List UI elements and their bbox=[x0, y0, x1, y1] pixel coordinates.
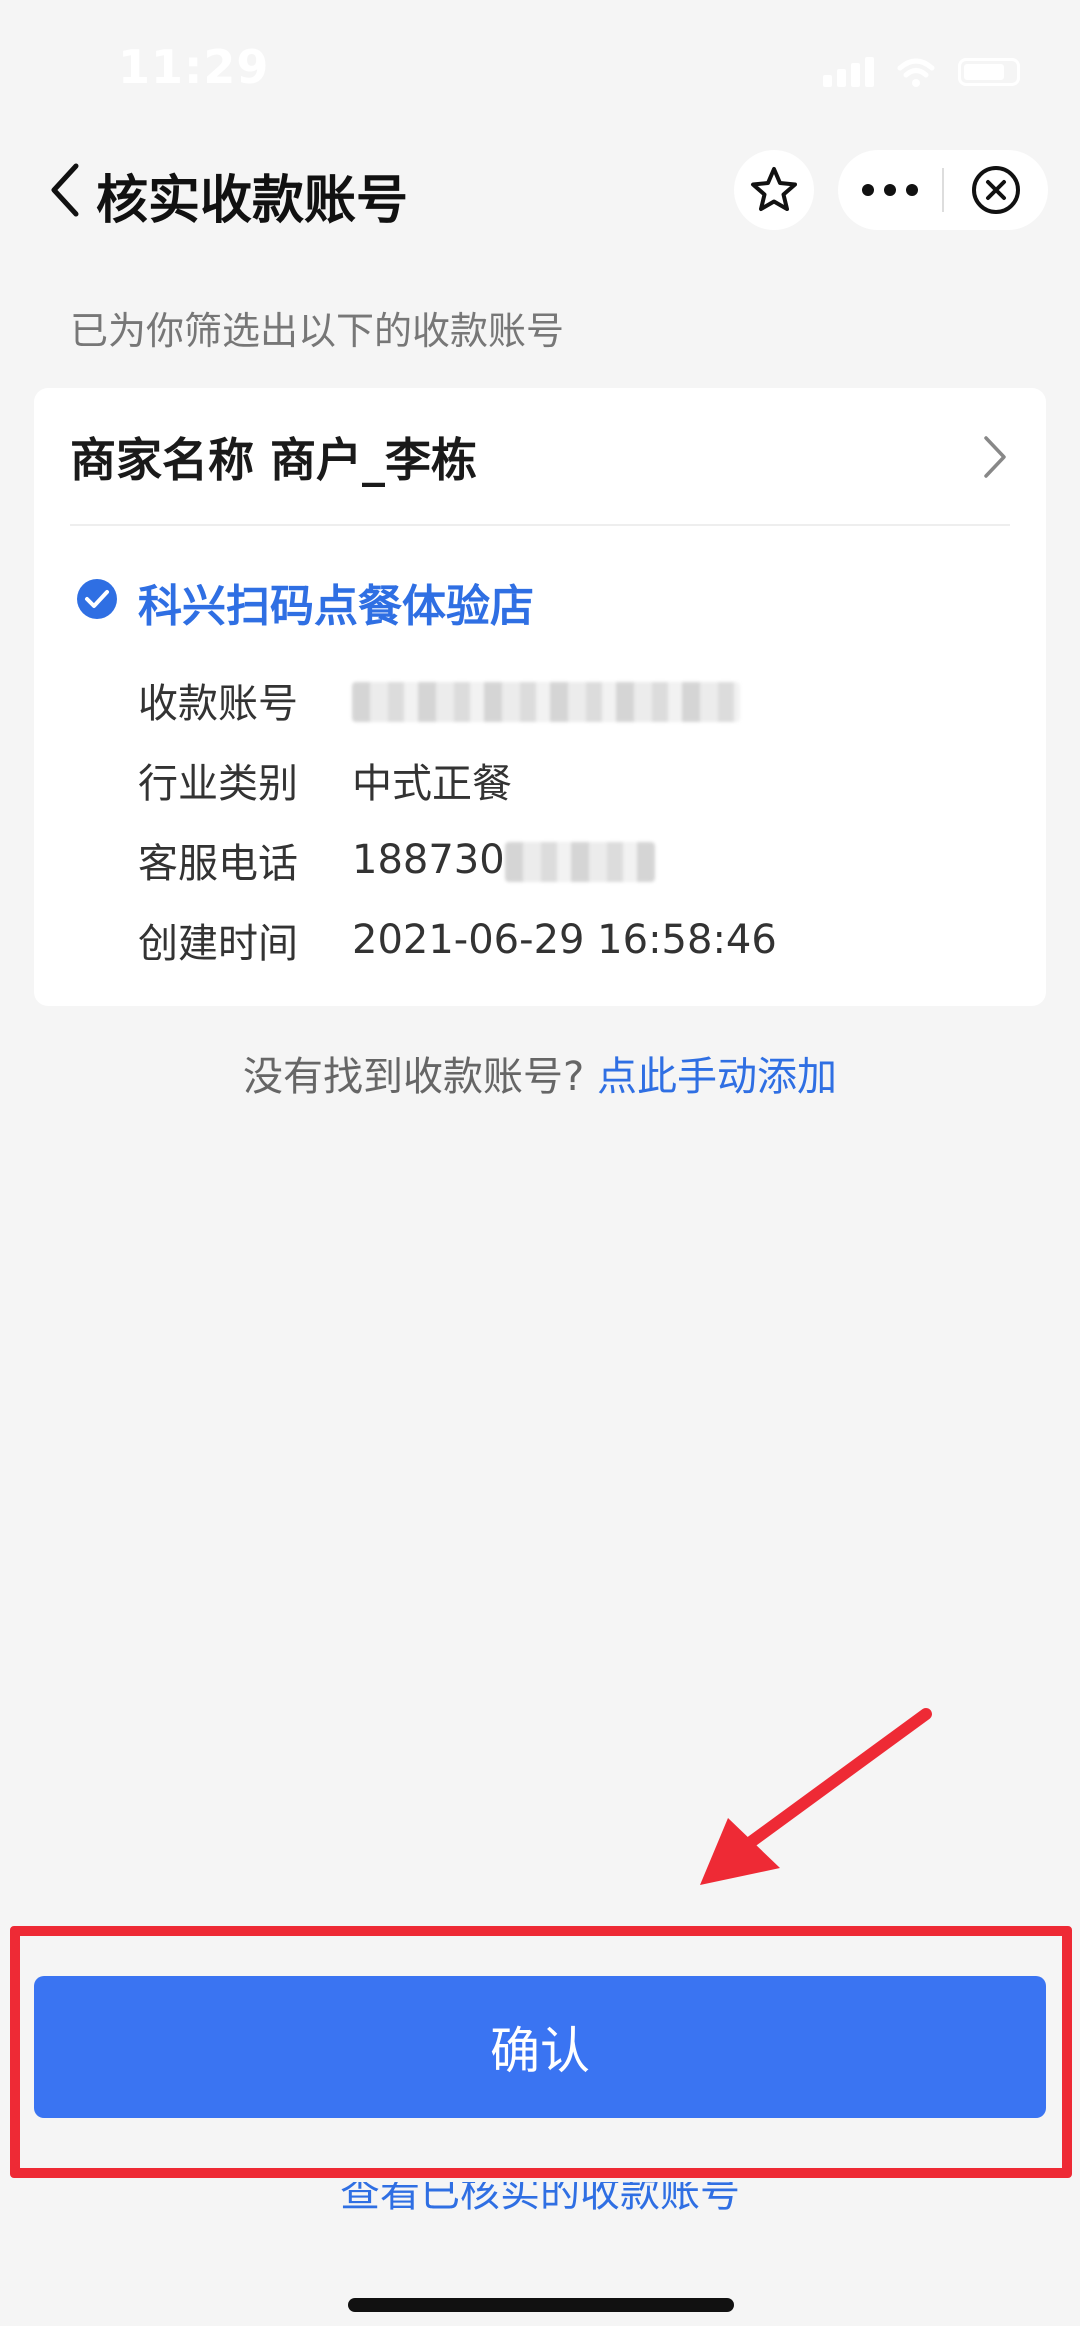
merchant-name: 商家名称 商户_李栋 bbox=[70, 433, 478, 487]
created-time-value: 2021-06-29 16:58:46 bbox=[352, 917, 777, 963]
favorite-button[interactable] bbox=[734, 150, 814, 230]
info-label: 行业类别 bbox=[138, 761, 298, 807]
back-arrow-icon[interactable] bbox=[42, 160, 92, 220]
info-label: 客服电话 bbox=[138, 841, 298, 887]
info-row-phone: 客服电话 188730 bbox=[138, 830, 655, 890]
no-account-hint: 没有找到收款账号? 点此手动添加 bbox=[0, 1044, 1080, 1102]
info-row-industry: 行业类别 中式正餐 bbox=[138, 750, 512, 810]
status-icons bbox=[823, 52, 1020, 92]
page-title: 核实收款账号 bbox=[96, 171, 409, 231]
merchant-row[interactable]: 商家名称 商户_李栋 bbox=[70, 388, 1010, 526]
battery-icon bbox=[958, 58, 1020, 86]
manual-add-link[interactable]: 点此手动添加 bbox=[597, 1054, 837, 1100]
home-indicator bbox=[348, 2298, 734, 2312]
chevron-right-icon bbox=[984, 436, 1006, 478]
info-label: 收款账号 bbox=[138, 681, 298, 727]
no-account-question: 没有找到收款账号? bbox=[243, 1054, 585, 1100]
check-circle-icon[interactable] bbox=[76, 578, 118, 620]
store-name[interactable]: 科兴扫码点餐体验店 bbox=[138, 570, 534, 634]
more-icon bbox=[862, 184, 918, 196]
annotation-arrow-icon bbox=[700, 1708, 932, 1885]
signal-icon bbox=[823, 57, 874, 87]
phone-value: 188730 bbox=[352, 837, 655, 883]
confirm-button[interactable]: 确认 bbox=[34, 1976, 1046, 2118]
wifi-icon bbox=[897, 58, 935, 87]
redacted-mask bbox=[504, 842, 655, 882]
close-button[interactable] bbox=[944, 150, 1048, 230]
redacted-mask bbox=[352, 682, 740, 722]
close-circle-icon bbox=[972, 166, 1020, 214]
info-row-created: 创建时间 2021-06-29 16:58:46 bbox=[138, 910, 777, 970]
divider bbox=[70, 524, 1010, 526]
more-button[interactable] bbox=[838, 150, 942, 230]
info-row-account: 收款账号 bbox=[138, 670, 740, 730]
mini-program-capsule bbox=[838, 150, 1048, 230]
account-card: 商家名称 商户_李栋 科兴扫码点餐体验店 收款账号 行业类别 中式正餐 客服电话… bbox=[34, 388, 1046, 1006]
filter-hint: 已为你筛选出以下的收款账号 bbox=[70, 309, 565, 353]
account-number-value bbox=[352, 677, 740, 723]
status-time: 11:29 bbox=[118, 40, 270, 94]
info-label: 创建时间 bbox=[138, 921, 298, 967]
star-icon bbox=[751, 167, 797, 211]
industry-value: 中式正餐 bbox=[352, 761, 512, 807]
